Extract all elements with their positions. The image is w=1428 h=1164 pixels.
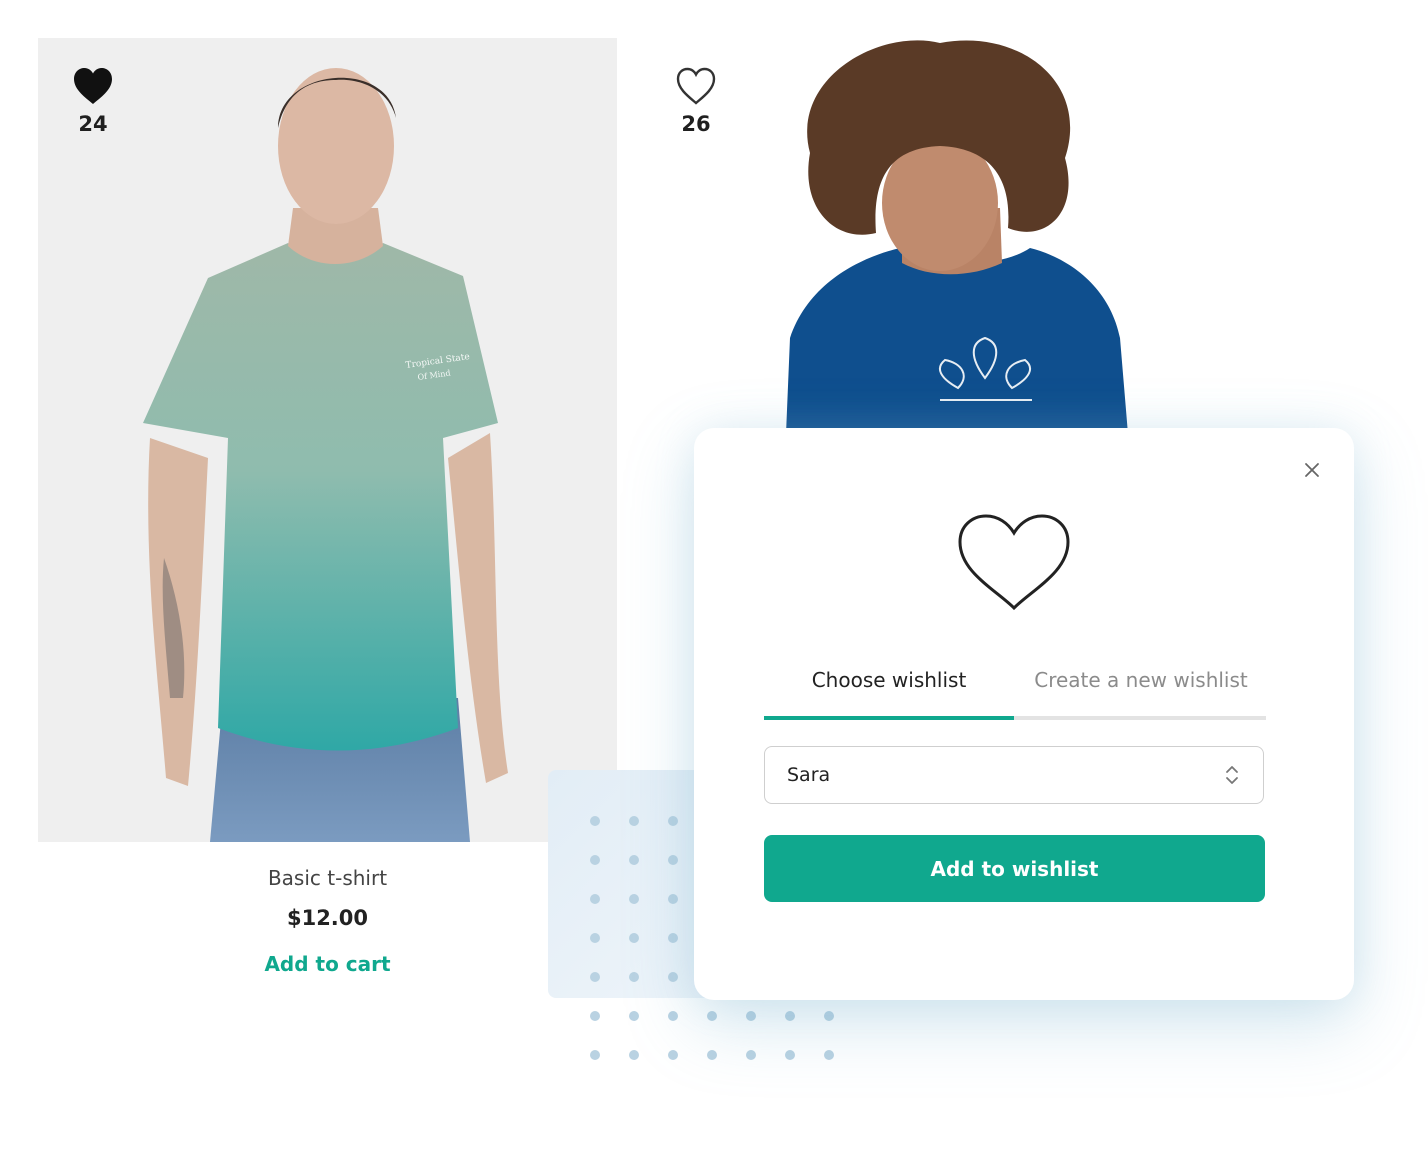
product-price: $12.00 [286, 906, 369, 930]
add-to-wishlist-button[interactable]: Add to wishlist [764, 835, 1265, 902]
tab-create-wishlist[interactable]: Create a new wishlist [1016, 658, 1266, 716]
wishlist-select-value: Sara [787, 764, 831, 786]
wishlist-select[interactable]: Sara [764, 746, 1264, 804]
decorative-dot [668, 1011, 678, 1021]
decorative-dot [590, 1011, 600, 1021]
like-button-product-2[interactable]: 26 [656, 66, 736, 136]
active-tab-indicator [764, 716, 1014, 720]
decorative-dot [629, 1050, 639, 1060]
decorative-dot [707, 1050, 717, 1060]
add-to-cart-link[interactable]: Add to cart [264, 952, 390, 976]
decorative-dot [785, 1011, 795, 1021]
heart-outline-icon [958, 514, 1070, 611]
decorative-dot [746, 1011, 756, 1021]
product-info: Basic t-shirt $12.00 Add to cart [38, 866, 617, 976]
decorative-dot [629, 1011, 639, 1021]
decorative-dot [746, 1050, 756, 1060]
model-green-tshirt-illustration: Tropical State Of Mind [38, 38, 617, 842]
heart-filled-icon [74, 68, 112, 104]
like-count: 26 [681, 112, 711, 136]
decorative-dot [824, 1050, 834, 1060]
updown-chevron-icon [1226, 766, 1238, 784]
wishlist-modal: Choose wishlist Create a new wishlist Sa… [694, 428, 1354, 1000]
decorative-dot [824, 1011, 834, 1021]
decorative-dot [590, 1050, 600, 1060]
tab-choose-wishlist[interactable]: Choose wishlist [764, 658, 1014, 716]
product-name: Basic t-shirt [267, 866, 388, 890]
close-icon [1305, 463, 1319, 477]
decorative-dot [707, 1011, 717, 1021]
like-count: 24 [78, 112, 108, 136]
product-image-basic-tshirt[interactable]: Tropical State Of Mind [38, 38, 617, 842]
wishlist-tabs: Choose wishlist Create a new wishlist [764, 658, 1266, 720]
close-button[interactable] [1300, 458, 1324, 482]
heart-outline-icon [676, 67, 716, 105]
decorative-dot [785, 1050, 795, 1060]
like-button-product-1[interactable]: 24 [53, 66, 133, 136]
decorative-dot [668, 1050, 678, 1060]
